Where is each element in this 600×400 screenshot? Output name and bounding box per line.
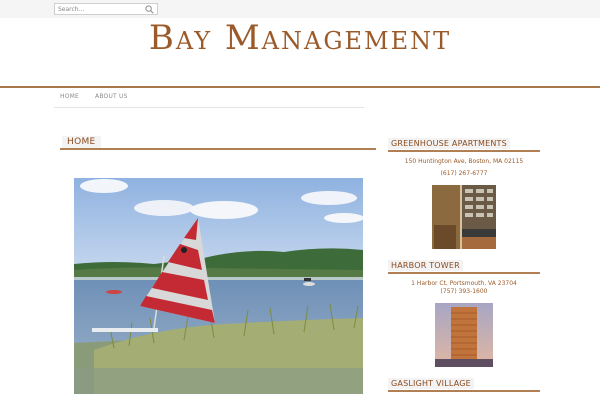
property-address: 150 Huntington Ave, Boston, MA 02115 (404, 158, 524, 165)
property-photo-harbor-tower[interactable] (435, 303, 493, 367)
top-bar (0, 0, 600, 18)
property-title-greenhouse: GREENHOUSE APARTMENTS (388, 137, 540, 152)
property-name[interactable]: GASLIGHT VILLAGE (388, 378, 474, 389)
page-title: HOME (62, 136, 101, 148)
property-photo-greenhouse[interactable] (432, 185, 496, 249)
nav-item-about-us[interactable]: ABOUT US (95, 93, 128, 100)
nav-divider (54, 107, 364, 108)
search-icon[interactable] (145, 5, 154, 14)
page-heading: HOME (60, 134, 376, 150)
hero-image (74, 178, 363, 394)
property-phone: (617) 267-6777 (440, 170, 488, 177)
property-name[interactable]: GREENHOUSE APARTMENTS (388, 138, 510, 149)
site-title[interactable]: Bay Management (0, 20, 600, 56)
nav-item-home[interactable]: HOME (60, 93, 79, 100)
main-nav: HOME ABOUT US (60, 93, 128, 100)
header-divider (0, 86, 600, 88)
property-title-gaslight-village: GASLIGHT VILLAGE (388, 377, 540, 392)
search-input[interactable] (58, 4, 142, 14)
property-phone: (757) 393-1600 (440, 288, 488, 295)
property-name[interactable]: HARBOR TOWER (388, 260, 463, 271)
search-box[interactable] (54, 3, 158, 15)
property-title-harbor-tower: HARBOR TOWER (388, 259, 540, 274)
